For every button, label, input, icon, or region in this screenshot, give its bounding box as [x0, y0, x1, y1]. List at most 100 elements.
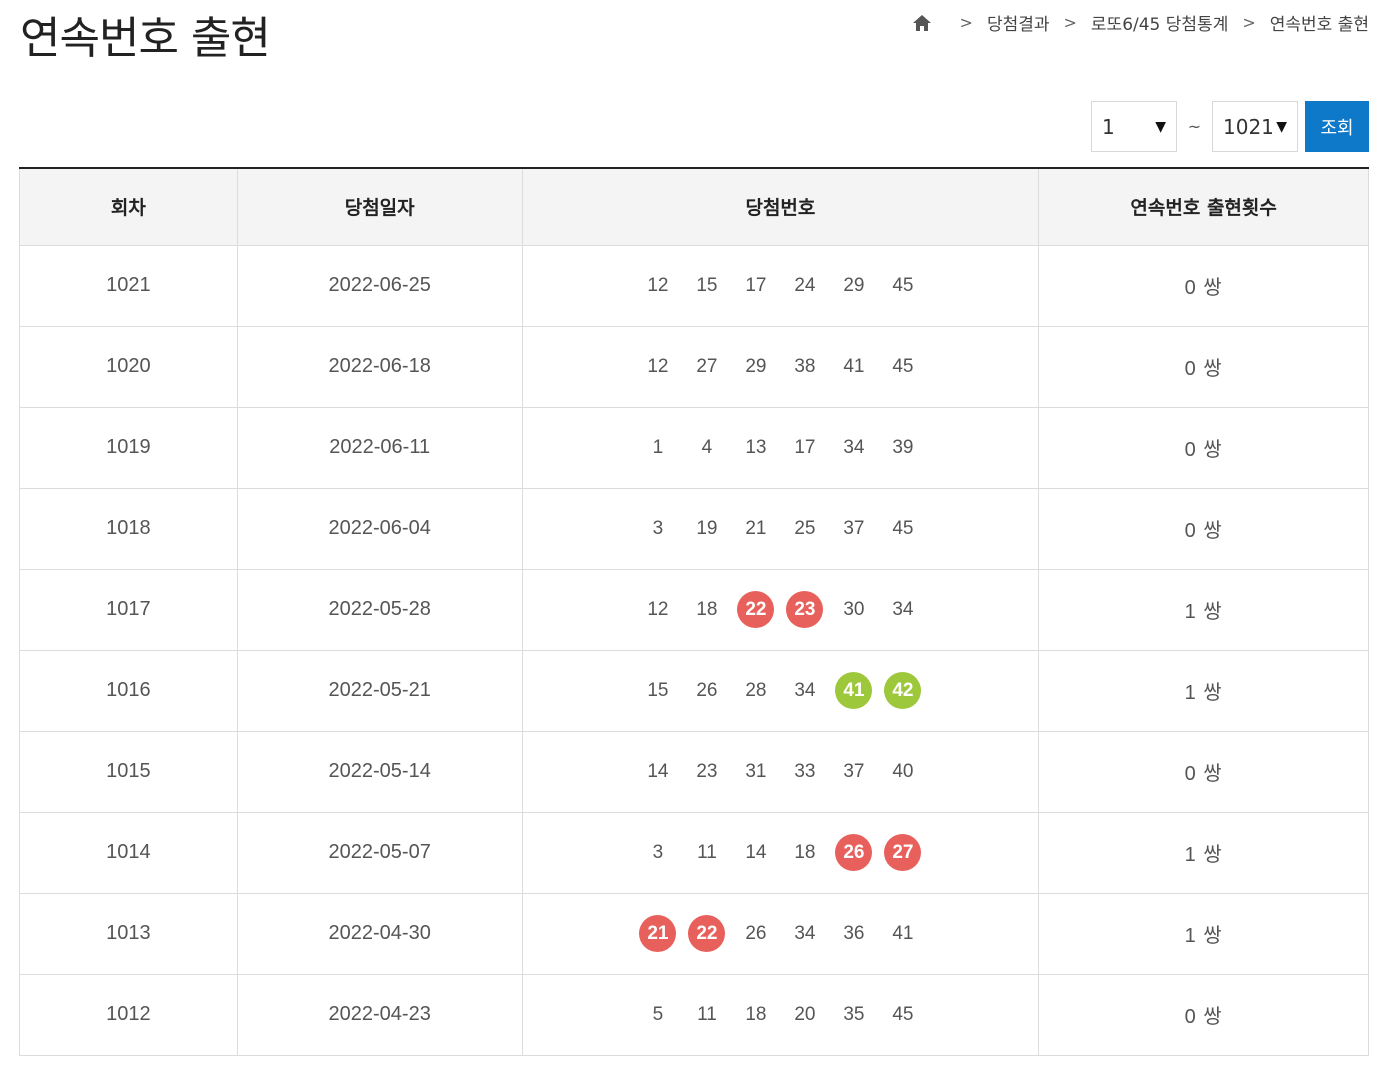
cell-round: 1021	[19, 244, 238, 327]
chevron-right-icon: >	[959, 13, 973, 32]
page-title: 연속번호 출현	[20, 13, 271, 64]
number-ball: 36	[843, 922, 865, 944]
round-from-select[interactable]: 1 ▼	[1091, 101, 1177, 152]
cell-numbers: 1 4 13 17 34 39	[521, 406, 1040, 489]
consecutive-number-ball: 42	[884, 672, 922, 709]
number-ball: 34	[794, 922, 816, 944]
number-ball: 29	[745, 355, 767, 377]
number-balls: 15 26 28 34 41 42	[523, 672, 1039, 709]
table-row: 1013 2022-04-30 21 22 26 34 36 41 1 쌍	[19, 892, 1369, 975]
round-to-select[interactable]: 1021 ▼	[1212, 101, 1298, 152]
table-row: 1019 2022-06-11 1 4 13 17 34 39 0 쌍	[19, 406, 1369, 489]
number-ball: 35	[843, 1003, 865, 1025]
cell-date: 2022-06-18	[236, 325, 523, 408]
chevron-right-icon: >	[1242, 13, 1256, 32]
number-ball: 11	[697, 841, 717, 863]
cell-consecutive-count: 0 쌍	[1038, 973, 1369, 1056]
number-ball: 29	[843, 274, 865, 296]
breadcrumb-item-results[interactable]: 당첨결과	[987, 10, 1050, 35]
cell-numbers: 12 18 22 23 30 34	[521, 568, 1040, 651]
table-row: 1012 2022-04-23 5 11 18 20 35 45 0 쌍	[19, 973, 1369, 1056]
cell-consecutive-count: 0 쌍	[1038, 487, 1369, 570]
number-balls: 12 27 29 38 41 45	[523, 348, 1039, 385]
number-ball: 26	[696, 679, 718, 701]
table-row: 1018 2022-06-04 3 19 21 25 37 45 0 쌍	[19, 487, 1369, 570]
number-balls: 3 19 21 25 37 45	[523, 510, 1039, 547]
number-ball: 31	[745, 760, 767, 782]
cell-date: 2022-04-30	[236, 892, 523, 975]
cell-date: 2022-06-11	[236, 406, 523, 489]
cell-numbers: 3 19 21 25 37 45	[521, 487, 1040, 570]
number-ball: 40	[892, 760, 914, 782]
number-ball: 12	[647, 274, 669, 296]
number-ball: 41	[892, 922, 914, 944]
number-ball: 39	[892, 436, 914, 458]
table-row: 1016 2022-05-21 15 26 28 34 41 42 1 쌍	[19, 649, 1369, 732]
number-ball: 28	[745, 679, 767, 701]
cell-consecutive-count: 1 쌍	[1038, 892, 1369, 975]
cell-date: 2022-06-25	[236, 244, 523, 327]
cell-numbers: 14 23 31 33 37 40	[521, 730, 1040, 813]
cell-consecutive-count: 0 쌍	[1038, 325, 1369, 408]
number-ball: 14	[745, 841, 767, 863]
cell-date: 2022-04-23	[236, 973, 523, 1056]
results-table: 회차 당첨일자 당첨번호 연속번호 출현횟수 1021 2022-06-25 12 1…	[19, 167, 1369, 1056]
cell-round: 1016	[19, 649, 238, 732]
number-ball: 17	[745, 274, 767, 296]
header-round: 회차	[19, 168, 238, 246]
round-from-value: 1	[1102, 114, 1115, 139]
caret-down-icon: ▼	[1155, 118, 1166, 135]
cell-numbers: 12 15 17 24 29 45	[521, 244, 1040, 327]
number-ball: 26	[745, 922, 767, 944]
number-ball: 12	[647, 598, 669, 620]
number-ball: 21	[745, 517, 767, 539]
number-ball: 19	[696, 517, 718, 539]
cell-round: 1017	[19, 568, 238, 651]
number-balls: 3 11 14 18 26 27	[523, 834, 1039, 871]
number-balls: 5 11 18 20 35 45	[523, 996, 1039, 1033]
cell-consecutive-count: 0 쌍	[1038, 244, 1369, 327]
table-row: 1014 2022-05-07 3 11 14 18 26 27 1 쌍	[19, 811, 1369, 894]
cell-round: 1013	[19, 892, 238, 975]
search-button[interactable]: 조회	[1305, 101, 1369, 152]
breadcrumb-item-statistics[interactable]: 로또6/45 당첨통계	[1091, 10, 1228, 35]
home-icon[interactable]	[912, 13, 932, 33]
cell-date: 2022-05-21	[236, 649, 523, 732]
cell-numbers: 21 22 26 34 36 41	[521, 892, 1040, 975]
consecutive-number-ball: 27	[884, 834, 922, 871]
breadcrumb: > 당첨결과 > 로또6/45 당첨통계 > 연속번호 출현	[912, 10, 1369, 35]
number-ball: 45	[892, 517, 914, 539]
cell-consecutive-count: 0 쌍	[1038, 730, 1369, 813]
number-balls: 1 4 13 17 34 39	[523, 429, 1039, 466]
cell-round: 1019	[19, 406, 238, 489]
number-balls: 21 22 26 34 36 41	[523, 915, 1039, 952]
cell-date: 2022-05-14	[236, 730, 523, 813]
number-ball: 45	[892, 355, 914, 377]
table-row: 1021 2022-06-25 12 15 17 24 29 45 0 쌍	[19, 244, 1369, 327]
number-balls: 12 18 22 23 30 34	[523, 591, 1039, 628]
chevron-right-icon: >	[1063, 13, 1077, 32]
breadcrumb-item-current[interactable]: 연속번호 출현	[1270, 10, 1369, 35]
cell-round: 1014	[19, 811, 238, 894]
round-to-value: 1021	[1223, 114, 1274, 139]
table-row: 1017 2022-05-28 12 18 22 23 30 34 1 쌍	[19, 568, 1369, 651]
number-ball: 18	[794, 841, 816, 863]
table-row: 1015 2022-05-14 14 23 31 33 37 40 0 쌍	[19, 730, 1369, 813]
number-ball: 30	[843, 598, 865, 620]
cell-numbers: 12 27 29 38 41 45	[521, 325, 1040, 408]
cell-date: 2022-05-28	[236, 568, 523, 651]
consecutive-number-ball: 26	[835, 834, 873, 871]
header-numbers: 당첨번호	[521, 168, 1040, 246]
number-ball: 18	[745, 1003, 767, 1025]
cell-date: 2022-06-04	[236, 487, 523, 570]
number-ball: 3	[652, 841, 664, 863]
number-ball: 34	[892, 598, 914, 620]
number-ball: 37	[843, 760, 865, 782]
cell-round: 1015	[19, 730, 238, 813]
number-ball: 13	[745, 436, 767, 458]
number-ball: 4	[701, 436, 713, 458]
number-ball: 18	[696, 598, 718, 620]
range-separator: ~	[1187, 117, 1202, 136]
number-ball: 17	[794, 436, 816, 458]
number-balls: 14 23 31 33 37 40	[523, 753, 1039, 790]
